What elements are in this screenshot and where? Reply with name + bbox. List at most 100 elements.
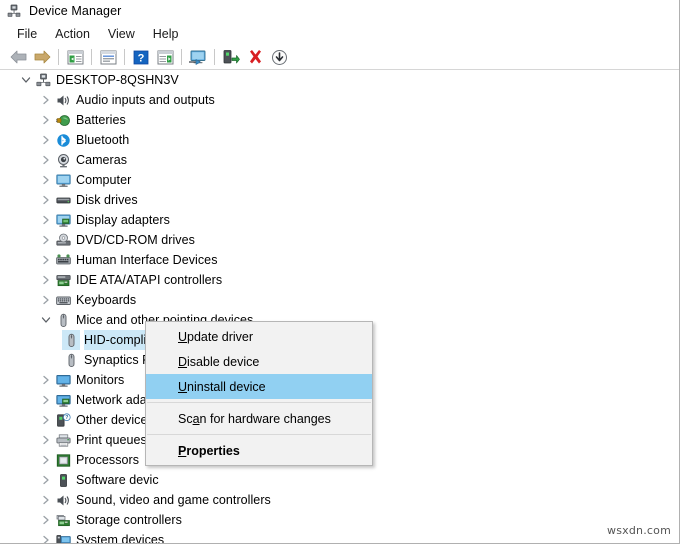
chevron-right-icon[interactable] [38,290,54,310]
device-context-menu[interactable]: Update driver Disable device Uninstall d… [145,321,373,466]
tree-row-storage-controllers[interactable]: Storage controllers [0,510,679,530]
software-device-icon [54,470,72,490]
chevron-right-icon[interactable] [38,470,54,490]
ctx-properties[interactable]: Properties [146,438,372,463]
svg-text:?: ? [65,415,68,421]
chevron-right-icon[interactable] [38,150,54,170]
toolbar: ? [0,45,679,70]
display-adapter-icon [54,210,72,230]
tree-row-keyboards[interactable]: Keyboards [0,290,679,310]
toolbar-separator [58,49,59,65]
mouse-icon [62,350,80,370]
tree-row-disk-drives[interactable]: Disk drives [0,190,679,210]
disable-device-button[interactable] [219,46,243,68]
tree-row-hid[interactable]: Human Interface Devices [0,250,679,270]
tree-row-audio[interactable]: Audio inputs and outputs [0,90,679,110]
help-button[interactable]: ? [129,46,153,68]
network-adapter-icon [54,390,72,410]
chevron-right-icon[interactable] [38,450,54,470]
ctx-disable-device[interactable]: Disable device [146,349,372,374]
chevron-right-icon[interactable] [38,390,54,410]
tree-row-dvd-drives[interactable]: DVD/CD-ROM drives [0,230,679,250]
chevron-right-icon[interactable] [38,430,54,450]
chevron-right-icon[interactable] [38,510,54,530]
device-manager-icon [7,4,21,18]
menu-action[interactable]: Action [46,25,99,43]
ctx-label: Disable device [178,355,259,369]
menu-view[interactable]: View [99,25,144,43]
ctx-uninstall-device[interactable]: Uninstall device [146,374,372,399]
speaker-icon [54,490,72,510]
chevron-right-icon[interactable] [38,370,54,390]
tree-label: Sound, video and game controllers [76,490,275,510]
tree-label: Processors [76,450,143,470]
forward-button[interactable] [30,46,54,68]
chevron-right-icon[interactable] [38,90,54,110]
tree-row-cameras[interactable]: Cameras [0,150,679,170]
scan-hardware-changes-button[interactable] [267,46,291,68]
view-play-button[interactable] [153,46,177,68]
ctx-scan-hardware-changes[interactable]: Scan for hardware changes [146,406,372,431]
battery-icon [54,110,72,130]
menu-file[interactable]: File [8,25,46,43]
chevron-right-icon[interactable] [38,250,54,270]
tree-row-sound-video-game[interactable]: Sound, video and game controllers [0,490,679,510]
tree-row-ide-controllers[interactable]: IDE ATA/ATAPI controllers [0,270,679,290]
tree-row-display-adapters[interactable]: Display adapters [0,210,679,230]
ctx-separator [147,434,371,435]
processor-icon [54,450,72,470]
watermark: wsxdn.com [607,524,671,537]
chevron-right-icon[interactable] [38,410,54,430]
tree-label: Batteries [76,110,130,130]
show-hide-console-tree-button[interactable] [63,46,87,68]
chevron-right-icon[interactable] [38,490,54,510]
tree-label-root: DESKTOP-8QSHN3V [56,70,183,90]
ide-controller-icon [54,270,72,290]
tree-label: System devices [76,530,168,543]
monitor-blue-icon [54,370,72,390]
update-driver-button[interactable] [186,46,210,68]
back-button[interactable] [6,46,30,68]
tree-label: Print queues [76,430,151,450]
chevron-right-icon[interactable] [38,230,54,250]
chevron-right-icon[interactable] [38,530,54,543]
tree-row-system-devices[interactable]: System devices [0,530,679,543]
chevron-right-icon[interactable] [38,190,54,210]
chevron-right-icon[interactable] [38,130,54,150]
device-tree[interactable]: DESKTOP-8QSHN3V Audio inputs and outputs [0,70,679,543]
properties-button[interactable] [96,46,120,68]
svg-text:?: ? [138,52,145,64]
speaker-icon [54,90,72,110]
toolbar-separator [124,49,125,65]
hid-icon [54,250,72,270]
tree-label: Bluetooth [76,130,133,150]
optical-drive-icon [54,230,72,250]
tree-row-root[interactable]: DESKTOP-8QSHN3V [0,70,679,90]
ctx-label: Scan for hardware changes [178,412,331,426]
ctx-label: Update driver [178,330,253,344]
chevron-down-icon[interactable] [38,310,54,330]
chevron-right-icon[interactable] [38,170,54,190]
camera-icon [54,150,72,170]
tree-row-software-devices[interactable]: Software devic [0,470,679,490]
tree-label: Storage controllers [76,510,186,530]
menu-bar: File Action View Help [0,22,679,45]
computer-root-icon [34,70,52,90]
tree-row-batteries[interactable]: Batteries [0,110,679,130]
uninstall-device-button[interactable] [243,46,267,68]
window-title: Device Manager [29,4,121,18]
chevron-down-icon[interactable] [18,70,34,90]
chevron-right-icon[interactable] [38,210,54,230]
device-manager-window: Device Manager File Action View Help [0,0,680,544]
chevron-right-icon[interactable] [38,270,54,290]
tree-label: Keyboards [76,290,140,310]
ctx-label: Uninstall device [178,380,266,394]
tree-row-computer[interactable]: Computer [0,170,679,190]
ctx-update-driver[interactable]: Update driver [146,324,372,349]
tree-row-bluetooth[interactable]: Bluetooth [0,130,679,150]
tree-label: Human Interface Devices [76,250,222,270]
menu-help[interactable]: Help [144,25,188,43]
tree-label: Cameras [76,150,131,170]
toolbar-separator [91,49,92,65]
chevron-right-icon[interactable] [38,110,54,130]
